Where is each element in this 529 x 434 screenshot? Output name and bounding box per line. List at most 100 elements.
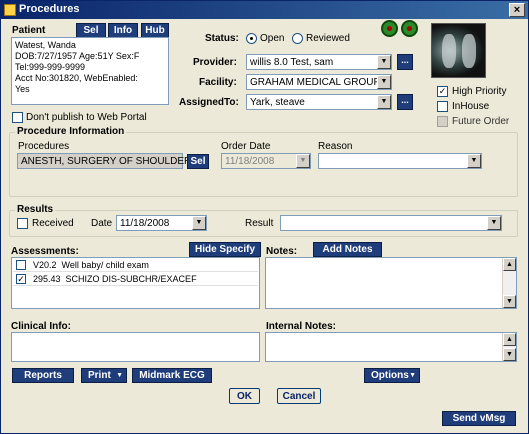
assessment-checkbox[interactable]: ✓ xyxy=(16,274,26,284)
internal-notes-label: Internal Notes: xyxy=(266,321,337,332)
scroll-down-icon[interactable]: ▼ xyxy=(503,348,516,361)
options-button[interactable]: Options ▼ xyxy=(364,368,420,383)
reason-label: Reason xyxy=(318,141,353,152)
reason-select[interactable]: ▼ xyxy=(318,153,482,169)
send-vmsg-button[interactable]: Send vMsg xyxy=(442,411,516,426)
assignedto-value: Yark, steave xyxy=(250,97,305,108)
result-date-value: 11/18/2008 xyxy=(120,218,170,229)
result-label: Result xyxy=(245,218,274,229)
assessment-text: SCHIZO DIS-SUBCHR/EXACEF xyxy=(65,274,197,284)
chevron-down-icon[interactable]: ▼ xyxy=(377,55,391,69)
chevron-down-icon[interactable]: ▼ xyxy=(467,154,481,168)
reports-button[interactable]: Reports xyxy=(12,368,74,383)
status-reviewed-label: Reviewed xyxy=(306,33,350,44)
assessments-list: V20.2 Well baby/ child exam ✓ 295.43 SCH… xyxy=(11,257,260,309)
patient-dob: DOB:7/27/1957 Age:51Y Sex:F xyxy=(15,51,140,61)
scroll-up-icon[interactable]: ▲ xyxy=(503,258,516,271)
assessment-code: 295.43 xyxy=(33,274,61,284)
patient-sel-button[interactable]: Sel xyxy=(76,23,106,38)
notes-textarea[interactable]: ▲ ▼ xyxy=(265,257,517,309)
dont-publish-label: Don't publish to Web Portal xyxy=(26,112,147,123)
procedures-window: Procedures × Patient Sel Info Hub Watest… xyxy=(0,0,529,434)
order-date-value: 11/18/2008 xyxy=(225,156,275,167)
cancel-button[interactable]: Cancel xyxy=(277,388,321,404)
print-button[interactable]: Print ▼ xyxy=(81,368,127,383)
procedures-label: Procedures xyxy=(18,141,70,152)
internal-notes-textarea[interactable]: ▲ ▼ xyxy=(265,332,517,362)
assignedto-lookup-button[interactable]: ... xyxy=(397,94,413,110)
xray-image xyxy=(431,23,486,78)
provider-value: willis 8.0 Test, sam xyxy=(250,57,334,68)
ok-button[interactable]: OK xyxy=(229,388,260,404)
procedure-field[interactable]: ANESTH, SURGERY OF SHOULDER xyxy=(17,153,191,169)
results-legend: Results xyxy=(15,204,56,215)
notes-scrollbar[interactable]: ▲ ▼ xyxy=(502,258,516,308)
provider-label: Provider: xyxy=(193,57,237,68)
status-reviewed-radio[interactable] xyxy=(292,33,303,44)
provider-select[interactable]: willis 8.0 Test, sam ▼ xyxy=(246,54,392,70)
assessment-text: Well baby/ child exam xyxy=(61,260,149,270)
facility-select[interactable]: GRAHAM MEDICAL GROUP ▼ xyxy=(246,74,392,90)
facility-value: GRAHAM MEDICAL GROUP xyxy=(250,77,381,88)
procedure-sel-button[interactable]: Sel xyxy=(187,154,209,169)
patient-info-box: Watest, Wanda DOB:7/27/1957 Age:51Y Sex:… xyxy=(11,37,169,105)
received-label: Received xyxy=(32,218,74,229)
high-priority-label: High Priority xyxy=(452,86,507,97)
patient-hub-button[interactable]: Hub xyxy=(141,23,169,38)
patient-info-button[interactable]: Info xyxy=(108,23,138,38)
patient-web: Yes xyxy=(15,84,30,94)
clinical-info-label: Clinical Info: xyxy=(11,321,71,332)
close-button[interactable]: × xyxy=(509,3,525,17)
chevron-down-icon[interactable]: ▼ xyxy=(377,95,391,109)
assessment-code: V20.2 xyxy=(33,260,57,270)
status-open-label: Open xyxy=(260,33,285,44)
assessments-label: Assessments: xyxy=(11,246,79,257)
date-label: Date xyxy=(91,218,113,229)
title-bar: Procedures × xyxy=(1,1,528,19)
scroll-up-icon[interactable]: ▲ xyxy=(503,333,516,346)
patient-tel: Tel:999-999-9999 xyxy=(15,62,86,72)
assignedto-label: AssignedTo: xyxy=(179,97,239,108)
assignedto-select[interactable]: Yark, steave ▼ xyxy=(246,94,392,110)
inhouse-label: InHouse xyxy=(452,101,490,112)
inhouse-checkbox[interactable] xyxy=(437,101,448,112)
list-item[interactable]: V20.2 Well baby/ child exam xyxy=(13,259,258,272)
status-light-right-icon xyxy=(401,20,418,37)
clinical-info-textarea[interactable] xyxy=(11,332,260,362)
hide-specify-button[interactable]: Hide Specify xyxy=(189,242,261,257)
chevron-down-icon[interactable]: ▼ xyxy=(487,216,501,230)
patient-name: Watest, Wanda xyxy=(15,40,76,50)
result-date-select[interactable]: 11/18/2008 ▼ xyxy=(116,215,207,231)
dont-publish-checkbox[interactable] xyxy=(12,112,23,123)
future-order-checkbox[interactable] xyxy=(437,116,448,127)
print-label: Print xyxy=(88,370,111,381)
options-label: Options xyxy=(371,370,409,381)
assessment-checkbox[interactable] xyxy=(16,260,26,270)
app-icon xyxy=(4,4,16,16)
order-date-select[interactable]: 11/18/2008 ▼ xyxy=(221,153,311,169)
future-order-label: Future Order xyxy=(452,116,510,127)
patient-label: Patient xyxy=(12,25,46,36)
window-title: Procedures xyxy=(19,3,80,15)
received-checkbox[interactable] xyxy=(17,218,28,229)
facility-label: Facility: xyxy=(199,77,237,88)
procedure-value: ANESTH, SURGERY OF SHOULDER xyxy=(21,156,192,167)
procedure-info-legend: Procedure Information xyxy=(15,126,127,137)
chevron-down-icon[interactable]: ▼ xyxy=(377,75,391,89)
status-open-radio[interactable] xyxy=(246,33,257,44)
scroll-down-icon[interactable]: ▼ xyxy=(503,295,516,308)
midmark-ecg-button[interactable]: Midmark ECG xyxy=(132,368,212,383)
order-date-label: Order Date xyxy=(221,141,271,152)
add-notes-button[interactable]: Add Notes xyxy=(313,242,382,257)
list-item[interactable]: ✓ 295.43 SCHIZO DIS-SUBCHR/EXACEF xyxy=(13,273,258,286)
notes-label: Notes: xyxy=(266,246,298,257)
provider-lookup-button[interactable]: ... xyxy=(397,54,413,70)
high-priority-checkbox[interactable]: ✓ xyxy=(437,86,448,97)
status-light-left-icon xyxy=(381,20,398,37)
patient-acct: Acct No:301820, WebEnabled: xyxy=(15,73,138,83)
chevron-down-icon[interactable]: ▼ xyxy=(296,154,310,168)
internal-notes-scrollbar[interactable]: ▲ ▼ xyxy=(502,333,516,361)
result-select[interactable]: ▼ xyxy=(280,215,502,231)
chevron-down-icon: ▼ xyxy=(409,372,416,379)
chevron-down-icon[interactable]: ▼ xyxy=(192,216,206,230)
